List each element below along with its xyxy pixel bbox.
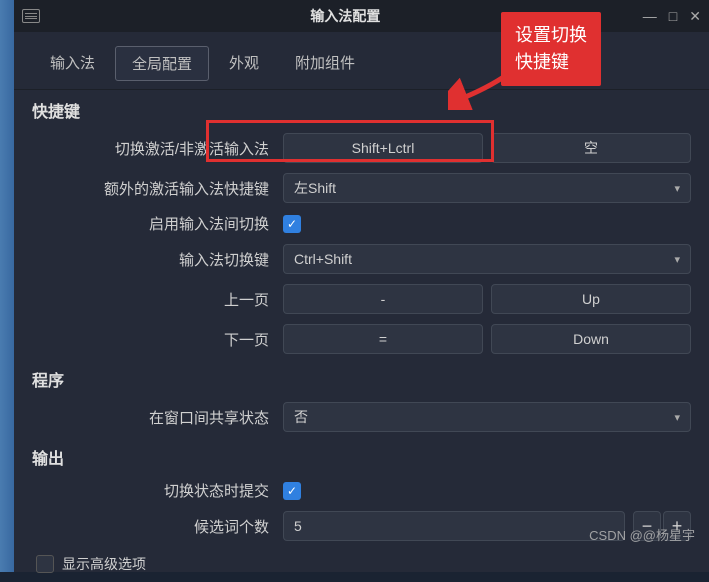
toggle-activate-label: 切换激活/非激活输入法 [32, 138, 277, 159]
watermark: CSDN @@杨星宇 [589, 525, 695, 544]
prev-page-key1-button[interactable]: - [283, 284, 483, 314]
tab-appearance[interactable]: 外观 [213, 46, 275, 81]
next-page-key2-button[interactable]: Down [491, 324, 691, 354]
show-advanced-checkbox[interactable] [36, 555, 54, 573]
prev-page-label: 上一页 [32, 289, 277, 310]
commit-on-switch-checkbox[interactable]: ✓ [283, 482, 301, 500]
minimize-button[interactable]: — [643, 8, 657, 25]
section-output-title: 输出 [14, 437, 709, 475]
titlebar: 输入法配置 — □ ✕ [14, 0, 709, 32]
extra-activate-label: 额外的激活输入法快捷键 [32, 178, 277, 199]
tab-addons[interactable]: 附加组件 [279, 46, 371, 81]
enable-switch-checkbox[interactable]: ✓ [283, 215, 301, 233]
share-state-label: 在窗口间共享状态 [32, 407, 277, 428]
toggle-activate-key1-button[interactable]: Shift+Lctrl [283, 133, 483, 163]
show-advanced-label: 显示高级选项 [62, 554, 146, 574]
config-window: 输入法配置 — □ ✕ 输入法 全局配置 外观 附加组件 快捷键 切换激活/非激… [14, 0, 709, 572]
annotation-callout: 设置切换 快捷键 [501, 12, 601, 86]
section-program-title: 程序 [14, 359, 709, 397]
next-page-key1-button[interactable]: = [283, 324, 483, 354]
toggle-activate-key2-button[interactable]: 空 [491, 133, 691, 163]
maximize-button[interactable]: □ [669, 8, 677, 25]
extra-activate-dropdown[interactable]: 左Shift [283, 173, 691, 203]
tab-input-method[interactable]: 输入法 [34, 46, 111, 81]
section-hotkey-title: 快捷键 [14, 90, 709, 128]
next-page-label: 下一页 [32, 329, 277, 350]
enable-switch-label: 启用输入法间切换 [32, 213, 277, 234]
share-state-dropdown[interactable]: 否 [283, 402, 691, 432]
switch-key-label: 输入法切换键 [32, 249, 277, 270]
tab-bar: 输入法 全局配置 外观 附加组件 [14, 32, 709, 90]
prev-page-key2-button[interactable]: Up [491, 284, 691, 314]
app-icon [22, 9, 40, 23]
candidate-count-input[interactable]: 5 [283, 511, 625, 541]
close-button[interactable]: ✕ [689, 8, 701, 25]
candidate-count-label: 候选词个数 [32, 516, 277, 537]
tab-global-config[interactable]: 全局配置 [115, 46, 209, 81]
commit-on-switch-label: 切换状态时提交 [32, 480, 277, 501]
switch-key-dropdown[interactable]: Ctrl+Shift [283, 244, 691, 274]
